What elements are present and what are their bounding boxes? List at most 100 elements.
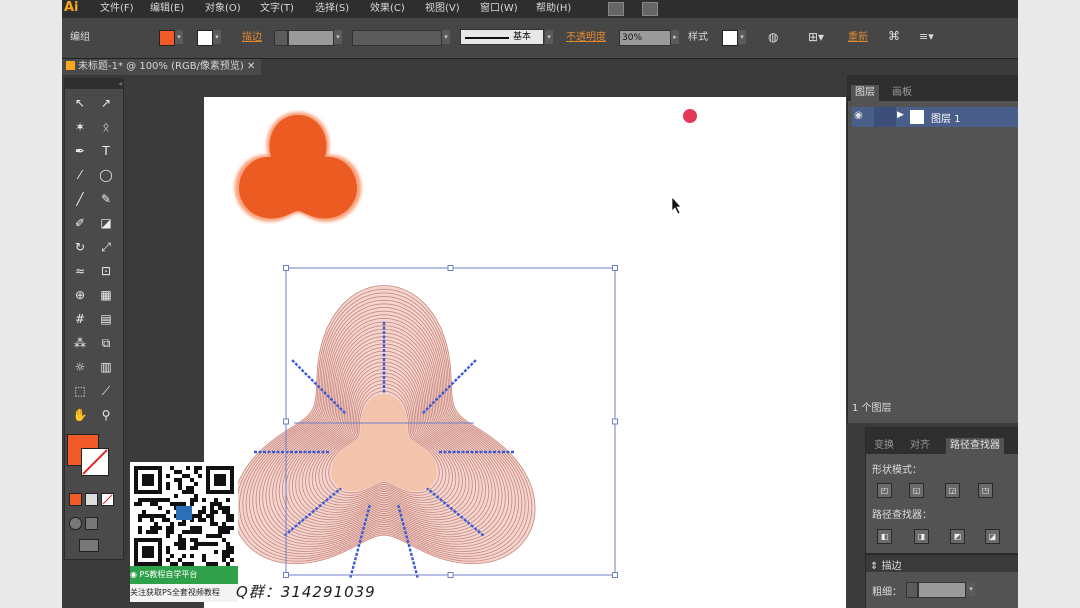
- stroke-weight-dropdown-icon[interactable]: ▾: [334, 30, 342, 44]
- artboard-tool[interactable]: ⬚: [69, 381, 91, 401]
- tools-collapse[interactable]: «: [65, 79, 123, 89]
- none-mode-button[interactable]: [101, 493, 114, 506]
- profile-dropdown-icon[interactable]: ▾: [442, 30, 450, 44]
- paintbrush-tool[interactable]: ╱: [69, 189, 91, 209]
- menu-window[interactable]: 窗口(W): [480, 2, 518, 16]
- visibility-eye-icon[interactable]: ◉: [854, 110, 863, 121]
- stroke-swatch[interactable]: [197, 30, 213, 46]
- intersect-button[interactable]: ◲: [945, 483, 960, 498]
- magic-wand-tool[interactable]: ✶: [69, 117, 91, 137]
- transform-link[interactable]: 重新: [848, 31, 868, 45]
- menu-edit[interactable]: 编辑(E): [150, 2, 184, 16]
- fill-swatch[interactable]: [159, 30, 175, 46]
- eraser-tool[interactable]: ◪: [95, 213, 117, 233]
- stroke-weight-field[interactable]: [288, 30, 334, 46]
- color-mode-button[interactable]: [69, 493, 82, 506]
- stroke-panel-title[interactable]: ⇕ 描边: [870, 557, 902, 572]
- tab-pathfinder[interactable]: 路径查找器: [946, 438, 1004, 454]
- eyedropper-tool[interactable]: ⁂: [69, 333, 91, 353]
- tab-align[interactable]: 对齐: [906, 438, 934, 454]
- stroke-weight-stepper[interactable]: [274, 30, 288, 46]
- stroke-link[interactable]: 描边: [242, 31, 262, 45]
- menu-file[interactable]: 文件(F): [100, 2, 134, 16]
- recolor-artwork-icon[interactable]: ◍: [768, 30, 778, 44]
- free-transform-tool[interactable]: ⊡: [95, 261, 117, 281]
- selection-handle[interactable]: [283, 265, 289, 271]
- layer-row[interactable]: ◉ ▶ 图层 1: [852, 107, 1018, 127]
- blob-brush-tool[interactable]: ✐: [69, 213, 91, 233]
- selection-handle[interactable]: [283, 418, 289, 425]
- zoom-tool[interactable]: ⚲: [95, 405, 117, 425]
- menu-effect[interactable]: 效果(C): [370, 2, 405, 16]
- column-graph-tool[interactable]: ▥: [95, 357, 117, 377]
- panel-menu-icon[interactable]: ≡▾: [919, 30, 934, 44]
- trim-button[interactable]: ◨: [914, 529, 929, 544]
- menu-select[interactable]: 选择(S): [315, 2, 349, 16]
- artboard[interactable]: [204, 97, 846, 608]
- stroke-panel-stepper[interactable]: [906, 582, 918, 598]
- stroke-dropdown-icon[interactable]: ▾: [213, 30, 221, 44]
- screen-mode-icon[interactable]: [79, 539, 99, 552]
- selection-handle[interactable]: [612, 572, 618, 578]
- slice-tool[interactable]: ⟋: [95, 381, 117, 401]
- menu-help[interactable]: 帮助(H): [536, 2, 571, 16]
- exclude-button[interactable]: ◳: [978, 483, 993, 498]
- opacity-field[interactable]: 30%: [619, 30, 671, 46]
- selection-handle[interactable]: [612, 265, 618, 271]
- selection-tool[interactable]: ↖: [69, 93, 91, 113]
- graphic-style-swatch[interactable]: [722, 30, 738, 46]
- isolate-group-icon[interactable]: ⌘: [888, 29, 900, 43]
- brush-dropdown-icon[interactable]: ▾: [545, 30, 553, 44]
- symbol-sprayer-tool[interactable]: ☼: [69, 357, 91, 377]
- gradient-tool[interactable]: ▤: [95, 309, 117, 329]
- rotate-tool[interactable]: ↻: [69, 237, 91, 257]
- tab-layers[interactable]: 图层: [851, 85, 879, 101]
- selection-handle[interactable]: [283, 572, 289, 578]
- red-dot[interactable]: [683, 109, 697, 123]
- opacity-link[interactable]: 不透明度: [566, 31, 606, 45]
- graphic-style-dropdown-icon[interactable]: ▾: [738, 30, 746, 44]
- close-tab-icon[interactable]: ✕: [247, 61, 255, 72]
- shape-builder-tool[interactable]: ⊕: [69, 285, 91, 305]
- tab-transform[interactable]: 变换: [870, 438, 898, 454]
- layer-name[interactable]: 图层 1: [931, 110, 961, 125]
- variable-width-profile[interactable]: [352, 30, 442, 46]
- blend-object[interactable]: [232, 285, 536, 578]
- pencil-tool[interactable]: ✎: [95, 189, 117, 209]
- orange-trefoil-shape[interactable]: [234, 112, 362, 222]
- draw-behind-icon[interactable]: [85, 517, 98, 530]
- document-tab[interactable]: 未标题-1* @ 100% (RGB/像素预览) ✕: [62, 59, 262, 75]
- type-tool[interactable]: T: [95, 141, 117, 161]
- stroke-panel-weight-field[interactable]: [918, 582, 966, 598]
- brush-definition-field[interactable]: 基本: [460, 29, 544, 45]
- selection-handle[interactable]: [612, 418, 618, 425]
- pen-tool[interactable]: ✒: [69, 141, 91, 161]
- selection-handle[interactable]: [447, 265, 454, 271]
- opacity-dropdown-icon[interactable]: ▸: [671, 30, 679, 44]
- scale-tool[interactable]: ⤢: [95, 237, 117, 257]
- arrange-documents-icon[interactable]: [642, 2, 658, 16]
- align-icon[interactable]: ⊞▾: [808, 30, 824, 44]
- warp-tool[interactable]: ≈: [69, 261, 91, 281]
- perspective-grid-tool[interactable]: ▦: [95, 285, 117, 305]
- draw-mode-icon[interactable]: [69, 517, 82, 530]
- stroke-color-box[interactable]: [81, 448, 109, 476]
- stroke-panel-weight-dropdown-icon[interactable]: ▾: [967, 582, 975, 596]
- line-tool[interactable]: ⁄: [69, 165, 91, 185]
- selection-handle[interactable]: [447, 572, 454, 578]
- ellipse-tool[interactable]: ◯: [95, 165, 117, 185]
- menu-view[interactable]: 视图(V): [425, 2, 460, 16]
- divide-button[interactable]: ◧: [877, 529, 892, 544]
- gradient-mode-button[interactable]: [85, 493, 98, 506]
- fill-dropdown-icon[interactable]: ▾: [175, 30, 183, 44]
- unite-button[interactable]: ◰: [877, 483, 892, 498]
- bridge-icon[interactable]: [608, 2, 624, 16]
- tab-artboards[interactable]: 画板: [888, 85, 916, 101]
- direct-selection-tool[interactable]: ↗: [95, 93, 117, 113]
- mesh-tool[interactable]: #: [69, 309, 91, 329]
- layer-lock-slot[interactable]: [874, 107, 896, 127]
- crop-button[interactable]: ◪: [985, 529, 1000, 544]
- blend-tool[interactable]: ⧉: [95, 333, 117, 353]
- merge-button[interactable]: ◩: [950, 529, 965, 544]
- hand-tool[interactable]: ✋: [69, 405, 91, 425]
